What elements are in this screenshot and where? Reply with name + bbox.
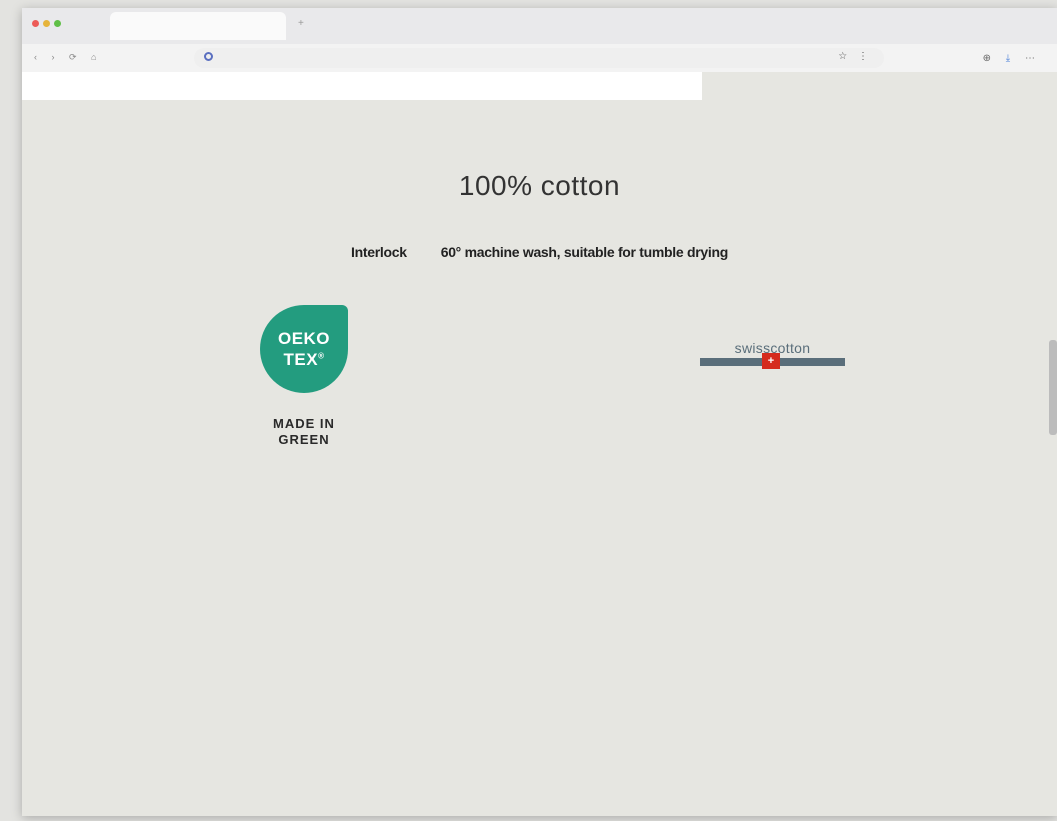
page-header-strip	[22, 72, 702, 100]
navigation-bar: ‹ › ⟳ ⌂ ☆ ⋮ ⊕ ⤓ ⋯	[22, 44, 1057, 72]
oeko-logo-line1: OEKO	[277, 329, 331, 348]
new-tab-button[interactable]: +	[298, 18, 304, 29]
fabric-type: Interlock	[351, 244, 407, 260]
page-title: 100% cotton	[458, 170, 621, 201]
care-info: Interlock 60° machine wash, suitable for …	[22, 244, 1057, 260]
made-in-label-line1: MADE IN	[273, 416, 335, 431]
swiss-flag-icon: +	[762, 353, 780, 369]
maximize-window-button[interactable]	[54, 20, 61, 27]
oeko-tex-logo: OEKO TEX®	[260, 305, 348, 393]
close-window-button[interactable]	[32, 20, 39, 27]
page-content: 100% cotton Interlock 60° machine wash, s…	[22, 100, 1057, 816]
made-in-green-label: MADE IN GREEN	[244, 416, 364, 448]
swisscotton-logo: swisscotton +	[700, 340, 845, 369]
window-controls	[32, 20, 61, 27]
minimize-window-button[interactable]	[43, 20, 50, 27]
extensions-toolbar: ⊕ ⤓ ⋯	[983, 53, 1041, 64]
download-icon[interactable]: ⤓	[1006, 53, 1016, 64]
oeko-logo-line2: TEX®	[283, 350, 325, 369]
extension-icon[interactable]: ⊕	[983, 53, 997, 64]
address-bar[interactable]: ☆ ⋮	[194, 48, 884, 68]
browser-window: + ‹ › ⟳ ⌂ ☆ ⋮ ⊕ ⤓ ⋯ 100% cotton Interloc…	[22, 8, 1057, 816]
wash-instructions: 60° machine wash, suitable for tumble dr…	[440, 244, 729, 260]
swisscotton-logo-bar: +	[700, 353, 845, 369]
browser-tab[interactable]	[110, 12, 286, 40]
made-in-label-line2: GREEN	[278, 432, 330, 447]
site-info-icon[interactable]	[204, 52, 213, 61]
tab-bar: +	[22, 8, 1057, 44]
scrollbar[interactable]	[1049, 340, 1057, 435]
nav-buttons[interactable]: ‹ › ⟳ ⌂	[34, 52, 102, 63]
bookmark-icon[interactable]: ☆ ⋮	[838, 51, 872, 62]
menu-icon[interactable]: ⋯	[1025, 53, 1041, 64]
